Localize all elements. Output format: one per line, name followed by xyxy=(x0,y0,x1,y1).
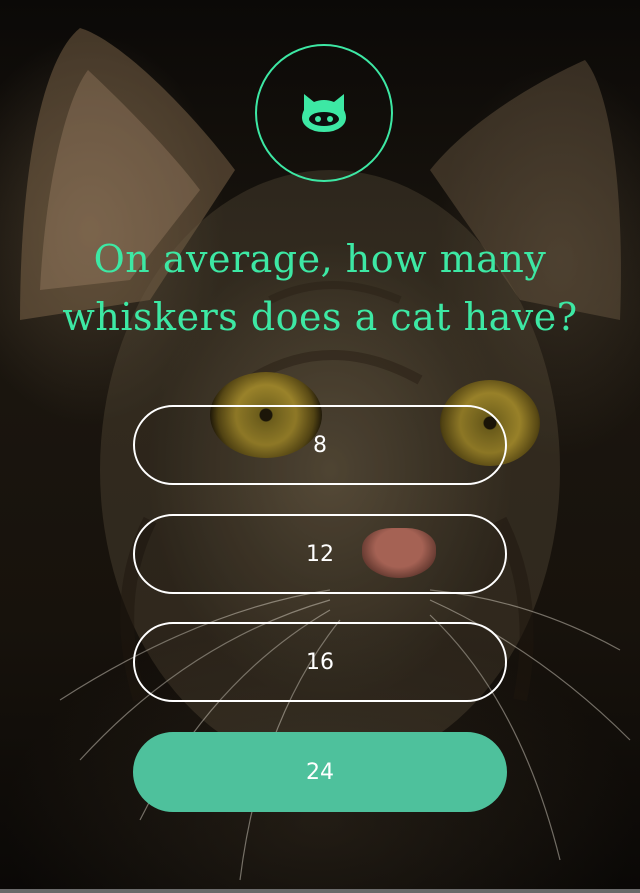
bottom-divider xyxy=(0,889,640,893)
cat-face-icon xyxy=(302,94,346,132)
answer-label: 12 xyxy=(306,541,334,567)
answer-label: 24 xyxy=(306,759,334,785)
answer-label: 16 xyxy=(306,649,334,675)
question-text: On average, how many whiskers does a cat… xyxy=(60,230,580,346)
answer-option-16[interactable]: 16 xyxy=(133,622,507,702)
answer-option-8[interactable]: 8 xyxy=(133,405,507,485)
question-line-2: whiskers does a cat have? xyxy=(62,295,578,339)
app-logo xyxy=(255,44,393,182)
answer-option-12[interactable]: 12 xyxy=(133,514,507,594)
answer-label: 8 xyxy=(313,432,327,458)
answer-option-24[interactable]: 24 xyxy=(133,732,507,812)
question-line-1: On average, how many xyxy=(93,237,547,281)
quiz-screen: On average, how many whiskers does a cat… xyxy=(0,0,640,893)
